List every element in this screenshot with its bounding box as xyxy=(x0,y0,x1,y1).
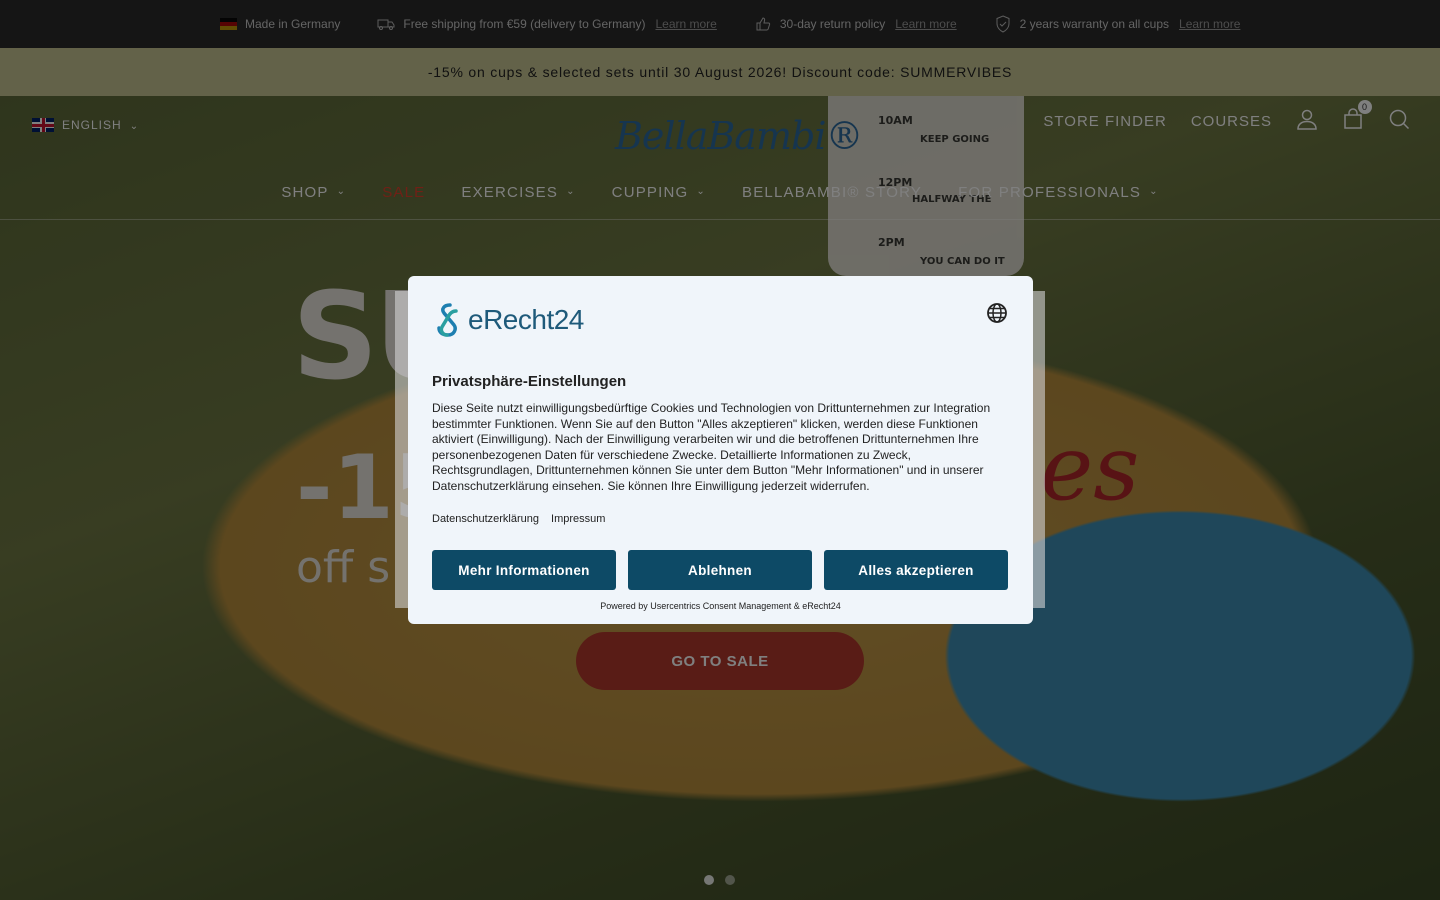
powered-by-text: Powered by Usercentrics Consent Manageme… xyxy=(600,601,841,611)
globe-icon[interactable] xyxy=(986,302,1008,324)
cookie-consent-dialog: eRecht24 Privatsphäre-Einstellungen Dies… xyxy=(408,276,1033,624)
consent-title: Privatsphäre-Einstellungen xyxy=(432,373,627,390)
consent-buttons: Mehr Informationen Ablehnen Alles akzept… xyxy=(432,550,1008,590)
decline-button[interactable]: Ablehnen xyxy=(628,550,812,590)
erecht24-logo: eRecht24 xyxy=(432,300,1009,340)
privacy-policy-link[interactable]: Datenschutzerklärung xyxy=(432,513,539,525)
erecht24-logo-text: eRecht24 xyxy=(468,304,584,335)
consent-links: Datenschutzerklärung Impressum xyxy=(432,513,605,525)
more-information-button[interactable]: Mehr Informationen xyxy=(432,550,616,590)
accept-all-button[interactable]: Alles akzeptieren xyxy=(824,550,1008,590)
consent-body: Diese Seite nutzt einwilligungsbedürftig… xyxy=(432,401,991,493)
erecht24-logo-icon xyxy=(437,303,458,337)
imprint-link[interactable]: Impressum xyxy=(551,513,605,525)
